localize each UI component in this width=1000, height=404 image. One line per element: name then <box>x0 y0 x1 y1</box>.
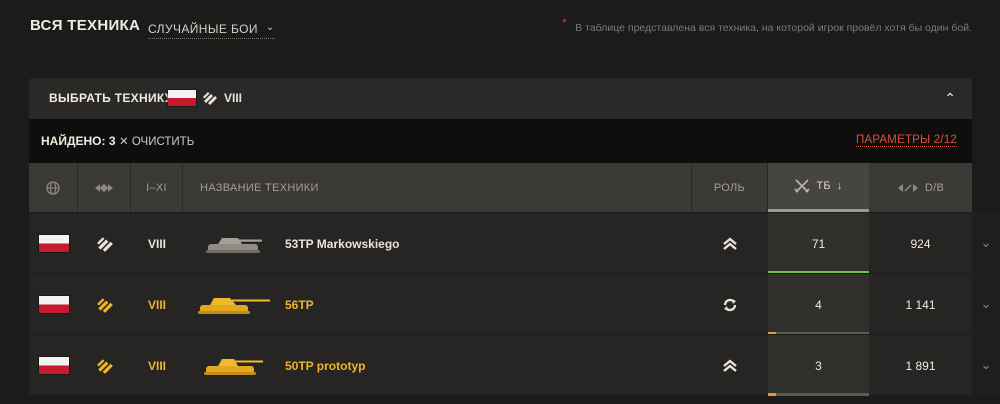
globe-icon <box>46 180 60 195</box>
table-note: * В таблице представлена вся техника, на… <box>562 17 972 34</box>
parameters-link[interactable]: ПАРАМЕТРЫ 2/12 <box>855 134 957 147</box>
vehicle-name: 53TP Markowskiego <box>285 236 400 251</box>
damage-value: 924 <box>910 236 931 251</box>
vehicle-filter-panel[interactable]: ВЫБРАТЬ ТЕХНИКУ VIII ⌃ <box>29 78 972 119</box>
chevron-down-icon[interactable]: ⌄ <box>972 334 1000 395</box>
chevron-up-icon[interactable]: ⌃ <box>944 90 956 107</box>
chevron-down-icon[interactable]: ⌄ <box>972 212 1000 273</box>
medium-tank-icon <box>96 297 113 313</box>
table-row[interactable]: VIII 56TP 4 1 141 <box>29 273 972 335</box>
damage-value: 1 891 <box>905 358 936 373</box>
battles-cell: 71 <box>768 213 869 274</box>
row-tier: VIII <box>147 297 166 312</box>
table-row[interactable]: VIII 53TP Markowskiego 71 924 <box>29 212 972 274</box>
battles-cell: 4 <box>768 274 869 335</box>
table-header: I–XI НАЗВАНИЕ ТЕХНИКИ РОЛЬ ТБ ↓ D/B <box>29 163 972 212</box>
medium-tank-icon <box>96 358 113 374</box>
row-tier: VIII <box>147 358 166 373</box>
battles-progress-fill <box>768 393 777 396</box>
filter-summary-bar: НАЙДЕНО: 3 ✕ ОЧИСТИТЬ ПАРАМЕТРЫ 2/12 <box>29 119 972 163</box>
battles-value: 71 <box>811 236 826 251</box>
chevron-down-icon: ⌄ <box>265 22 275 33</box>
battles-value: 3 <box>815 358 822 373</box>
close-icon: ✕ <box>119 136 129 148</box>
battles-value: 4 <box>815 297 822 312</box>
clear-label: ОЧИСТИТЬ <box>131 136 195 148</box>
tank-silhouette-icon <box>198 297 270 314</box>
page-title: ВСЯ ТЕХНИКА <box>30 17 141 34</box>
tank-silhouette-icon <box>204 358 263 375</box>
clear-filters-button[interactable]: ✕ ОЧИСТИТЬ <box>119 134 194 148</box>
damage-arrows-icon <box>897 183 918 192</box>
column-damage[interactable]: D/B <box>869 163 972 212</box>
battle-mode-select[interactable]: СЛУЧАЙНЫЕ БОИ ⌄ <box>148 19 275 39</box>
poland-flag-icon <box>38 296 69 313</box>
column-nation[interactable] <box>29 163 78 212</box>
damage-label: D/B <box>924 181 945 194</box>
assault-role-icon <box>723 236 737 250</box>
vehicle-name: 50TP prototyp <box>285 358 366 373</box>
top-header: ВСЯ ТЕХНИКА СЛУЧАЙНЫЕ БОИ ⌄ * В таблице … <box>30 0 972 78</box>
column-tier[interactable]: I–XI <box>131 163 183 212</box>
filter-panel-label: ВЫБРАТЬ ТЕХНИКУ <box>49 91 173 105</box>
poland-flag-icon <box>38 235 69 252</box>
note-asterisk: * <box>562 17 567 29</box>
selected-tier: VIII <box>224 91 243 105</box>
column-type[interactable] <box>78 163 131 212</box>
poland-flag-icon <box>38 357 69 374</box>
battles-progress-bar <box>768 393 869 396</box>
found-count: НАЙДЕНО: 3 <box>41 134 116 148</box>
vehicle-type-icon <box>95 183 113 192</box>
note-text: В таблице представлена вся техника, на к… <box>575 22 972 34</box>
crossed-swords-icon <box>794 179 810 193</box>
vehicle-name: 56TP <box>285 297 314 312</box>
column-role[interactable]: РОЛЬ <box>692 163 768 212</box>
column-battles[interactable]: ТБ ↓ <box>768 163 869 212</box>
tank-silhouette-icon <box>206 237 262 253</box>
row-tier: VIII <box>147 236 166 251</box>
damage-value: 1 141 <box>905 297 936 312</box>
battles-label: ТБ <box>816 180 831 192</box>
table-row[interactable]: VIII 50TP prototyp 3 1 891 <box>29 334 972 396</box>
sort-down-icon: ↓ <box>836 180 843 192</box>
assault-role-icon <box>723 358 737 372</box>
chevron-down-icon[interactable]: ⌄ <box>972 273 1000 334</box>
medium-tank-icon <box>96 236 113 252</box>
column-name[interactable]: НАЗВАНИЕ ТЕХНИКИ <box>183 163 692 212</box>
poland-flag-icon <box>168 90 196 106</box>
battle-mode-label: СЛУЧАЙНЫЕ БОИ <box>148 21 258 36</box>
medium-tank-icon <box>203 92 217 105</box>
battles-cell: 3 <box>768 335 869 396</box>
versatile-role-icon <box>723 298 737 311</box>
